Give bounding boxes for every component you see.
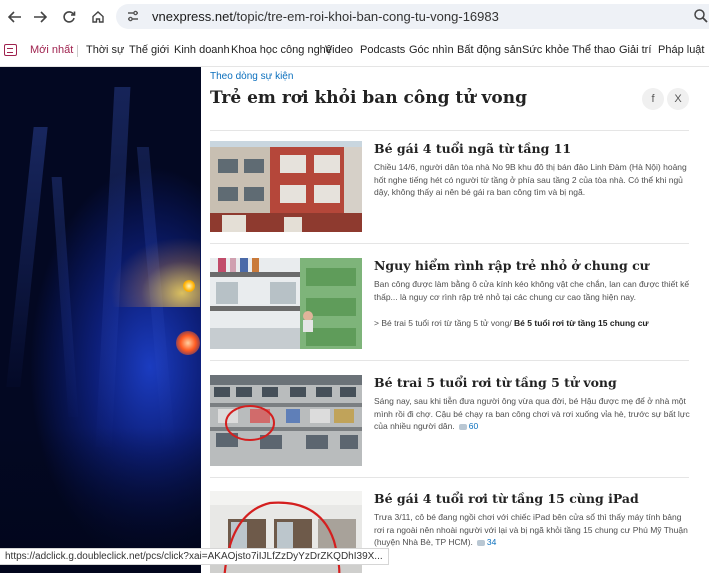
comment-count-value: 60 [468,421,479,431]
nav-kinh-doanh[interactable]: Kinh doanh [174,44,230,56]
related-link[interactable]: > Bé trai 5 tuổi rơi từ tầng 5 tử vong/ [374,318,514,328]
ad-light [183,280,195,292]
x-share-icon[interactable]: X [667,88,689,110]
article-lead: Ban công được làm bằng ô cửa kính kéo kh… [374,279,690,302]
browser-toolbar: vnexpress.net/topic/tre-em-roi-khoi-ban-… [0,0,709,33]
divider [210,360,689,361]
nav-goc-nhin[interactable]: Góc nhìn [409,44,454,56]
newest-icon [4,44,17,56]
page-title: Trẻ em rơi khỏi ban công tử vong [210,88,527,108]
nav-phap-luat[interactable]: Pháp luật [658,44,704,56]
advertisement-banner[interactable] [0,67,201,573]
nav-suc-khoe[interactable]: Sức khỏe [522,44,569,56]
divider [210,130,689,131]
status-bar-url: https://adclick.g.doubleclick.net/pcs/cl… [0,548,389,565]
related-links: > Bé trai 5 tuổi rơi từ tầng 5 tử vong/ … [374,318,649,328]
back-icon[interactable] [4,6,26,28]
article-lead-text: Trưa 3/11, cô bé đang ngồi chơi với chiế… [374,512,688,547]
zoom-icon[interactable] [693,8,709,29]
nav-podcasts[interactable]: Podcasts [360,44,405,56]
nav-giai-tri[interactable]: Giải trí [619,44,651,56]
url-host: vnexpress.net [152,9,233,24]
article-lead-text: Sáng nay, sau khi tiễn đưa người ông vừa… [374,396,690,431]
nav-the-gioi[interactable]: Thế giới [129,44,169,56]
nav-bat-dong-san[interactable]: Bất động sản [457,44,522,56]
home-icon[interactable] [87,6,109,28]
ad-decoration [51,177,79,417]
url-path: /topic/tre-em-roi-khoi-ban-cong-tu-vong-… [232,9,499,24]
divider [210,243,689,244]
article-thumbnail[interactable] [210,141,362,232]
site-info-icon[interactable] [126,9,140,28]
ad-decoration [6,127,48,387]
comment-icon [476,539,485,546]
ad-light [176,331,200,355]
article-thumbnail[interactable] [210,258,362,349]
url-text: vnexpress.net/topic/tre-em-roi-khoi-ban-… [152,9,499,24]
article-title[interactable]: Bé gái 4 tuổi rơi từ tầng 15 cùng iPad [374,491,690,506]
article-lead: Trưa 3/11, cô bé đang ngồi chơi với chiế… [374,511,690,549]
article-title[interactable]: Bé trai 5 tuổi rơi từ tầng 5 tử vong [374,375,690,390]
article-title[interactable]: Nguy hiểm rình rập trẻ nhỏ ở chung cư [374,258,690,273]
related-link[interactable]: Bé 5 tuổi rơi từ tầng 15 chung cư [514,318,649,328]
article-title[interactable]: Bé gái 4 tuổi ngã từ tầng 11 [374,141,690,156]
comment-count-value: 34 [486,537,497,547]
topic-page: Theo dòng sự kiện Trẻ em rơi khỏi ban cô… [201,67,709,573]
article-lead: Chiều 14/6, người dân tòa nhà No 9B khu … [374,162,687,197]
divider [210,477,689,478]
facebook-share-icon[interactable]: f [642,88,664,110]
site-nav: Mới nhất Thời sự Thế giới Kinh doanh Kho… [0,33,709,67]
address-bar[interactable]: vnexpress.net/topic/tre-em-roi-khoi-ban-… [116,4,709,29]
ad-spotlight [110,237,200,307]
nav-the-thao[interactable]: Thể thao [572,44,615,56]
comment-icon [458,423,467,430]
article-lead: Sáng nay, sau khi tiễn đưa người ông vừa… [374,395,690,433]
topic-eyebrow[interactable]: Theo dòng sự kiện [210,71,293,82]
nav-divider [77,45,78,57]
forward-icon[interactable] [29,6,51,28]
nav-video[interactable]: Video [325,44,353,56]
nav-khoa-hoc-cong-nghe[interactable]: Khoa học công nghệ [231,44,332,56]
article-thumbnail[interactable] [210,375,362,466]
comment-count[interactable]: 34 [473,537,496,547]
nav-newest[interactable]: Mới nhất [30,44,73,56]
reload-icon[interactable] [58,6,80,28]
comment-count[interactable]: 60 [455,421,478,431]
nav-thoi-su[interactable]: Thời sự [86,44,124,56]
